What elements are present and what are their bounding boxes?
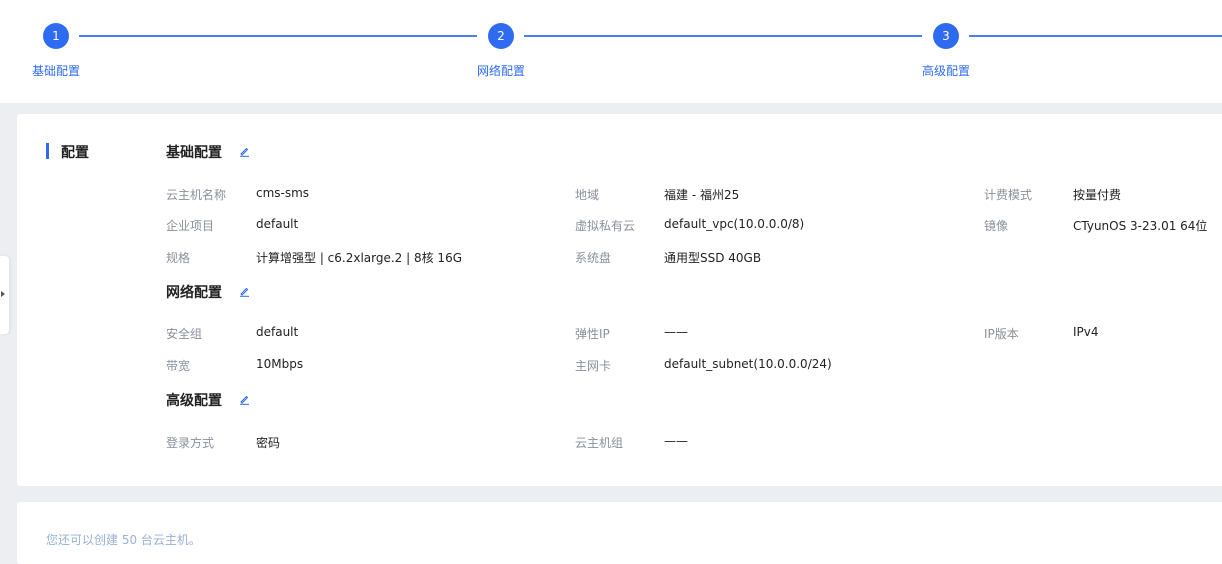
- enterprise-project-value: default: [256, 217, 299, 231]
- basic-config-section-title: 基础配置: [166, 142, 250, 162]
- security-group-value: default: [256, 325, 299, 339]
- primary-nic-label: 主网卡: [575, 359, 612, 373]
- network-config-section-title: 网络配置: [166, 282, 250, 302]
- region-value: 福建 - 福州25: [664, 188, 740, 202]
- ip-version-value: IPv4: [1073, 325, 1099, 339]
- step-connector: [524, 35, 922, 37]
- region-label: 地域: [575, 188, 600, 202]
- billing-mode-label: 计费模式: [984, 188, 1033, 202]
- edit-network-config-icon[interactable]: [239, 285, 250, 301]
- elastic-ip-label: 弹性IP: [575, 327, 610, 341]
- advanced-config-section-title: 高级配置: [166, 390, 250, 410]
- instance-group-label: 云主机组: [575, 436, 624, 450]
- step-connector: [79, 35, 477, 37]
- vpc-value: default_vpc(10.0.0.0/8): [664, 217, 805, 231]
- instance-name-label: 云主机名称: [166, 188, 227, 202]
- edit-basic-config-icon[interactable]: [239, 145, 250, 161]
- title-accent-bar: [46, 143, 49, 159]
- billing-mode-value: 按量付费: [1073, 188, 1122, 202]
- vpc-label: 虚拟私有云: [575, 219, 636, 233]
- step-2-label: 网络配置: [477, 64, 526, 78]
- login-method-label: 登录方式: [166, 436, 215, 450]
- primary-nic-value: default_subnet(10.0.0.0/24): [664, 357, 832, 371]
- caret-right-icon: [1, 291, 5, 297]
- ip-version-label: IP版本: [984, 327, 1019, 341]
- system-disk-value: 通用型SSD 40GB: [664, 251, 762, 265]
- image-value: CTyunOS 3-23.01 64位: [1073, 219, 1208, 233]
- edit-advanced-config-icon[interactable]: [239, 393, 250, 409]
- instance-name-value: cms-sms: [256, 186, 310, 200]
- bandwidth-label: 带宽: [166, 359, 191, 373]
- section-title-text: 高级配置: [166, 393, 222, 409]
- spec-value: 计算增强型 | c6.2xlarge.2 | 8核 16G: [256, 251, 463, 265]
- step-1-circle: 1: [43, 23, 69, 49]
- section-title-text: 网络配置: [166, 285, 222, 301]
- image-label: 镜像: [984, 219, 1009, 233]
- login-method-value: 密码: [256, 436, 281, 450]
- enterprise-project-label: 企业项目: [166, 219, 215, 233]
- step-3-label: 高级配置: [922, 64, 971, 78]
- step-progress-bar: 1 基础配置 2 网络配置 3 高级配置: [0, 0, 1222, 103]
- card-title: 配置: [61, 145, 89, 161]
- security-group-label: 安全组: [166, 327, 203, 341]
- step-1-label: 基础配置: [32, 64, 81, 78]
- spec-label: 规格: [166, 251, 191, 265]
- elastic-ip-value: ——: [664, 325, 688, 339]
- system-disk-label: 系统盘: [575, 251, 612, 265]
- sidebar-expand-toggle[interactable]: [0, 256, 9, 334]
- bandwidth-value: 10Mbps: [256, 357, 304, 371]
- instance-group-value: ——: [664, 434, 688, 448]
- step-2-circle: 2: [488, 23, 514, 49]
- quota-text: 您还可以创建 50 台云主机。: [46, 533, 201, 547]
- step-3-circle: 3: [933, 23, 959, 49]
- section-title-text: 基础配置: [166, 145, 222, 161]
- step-connector: [969, 35, 1222, 37]
